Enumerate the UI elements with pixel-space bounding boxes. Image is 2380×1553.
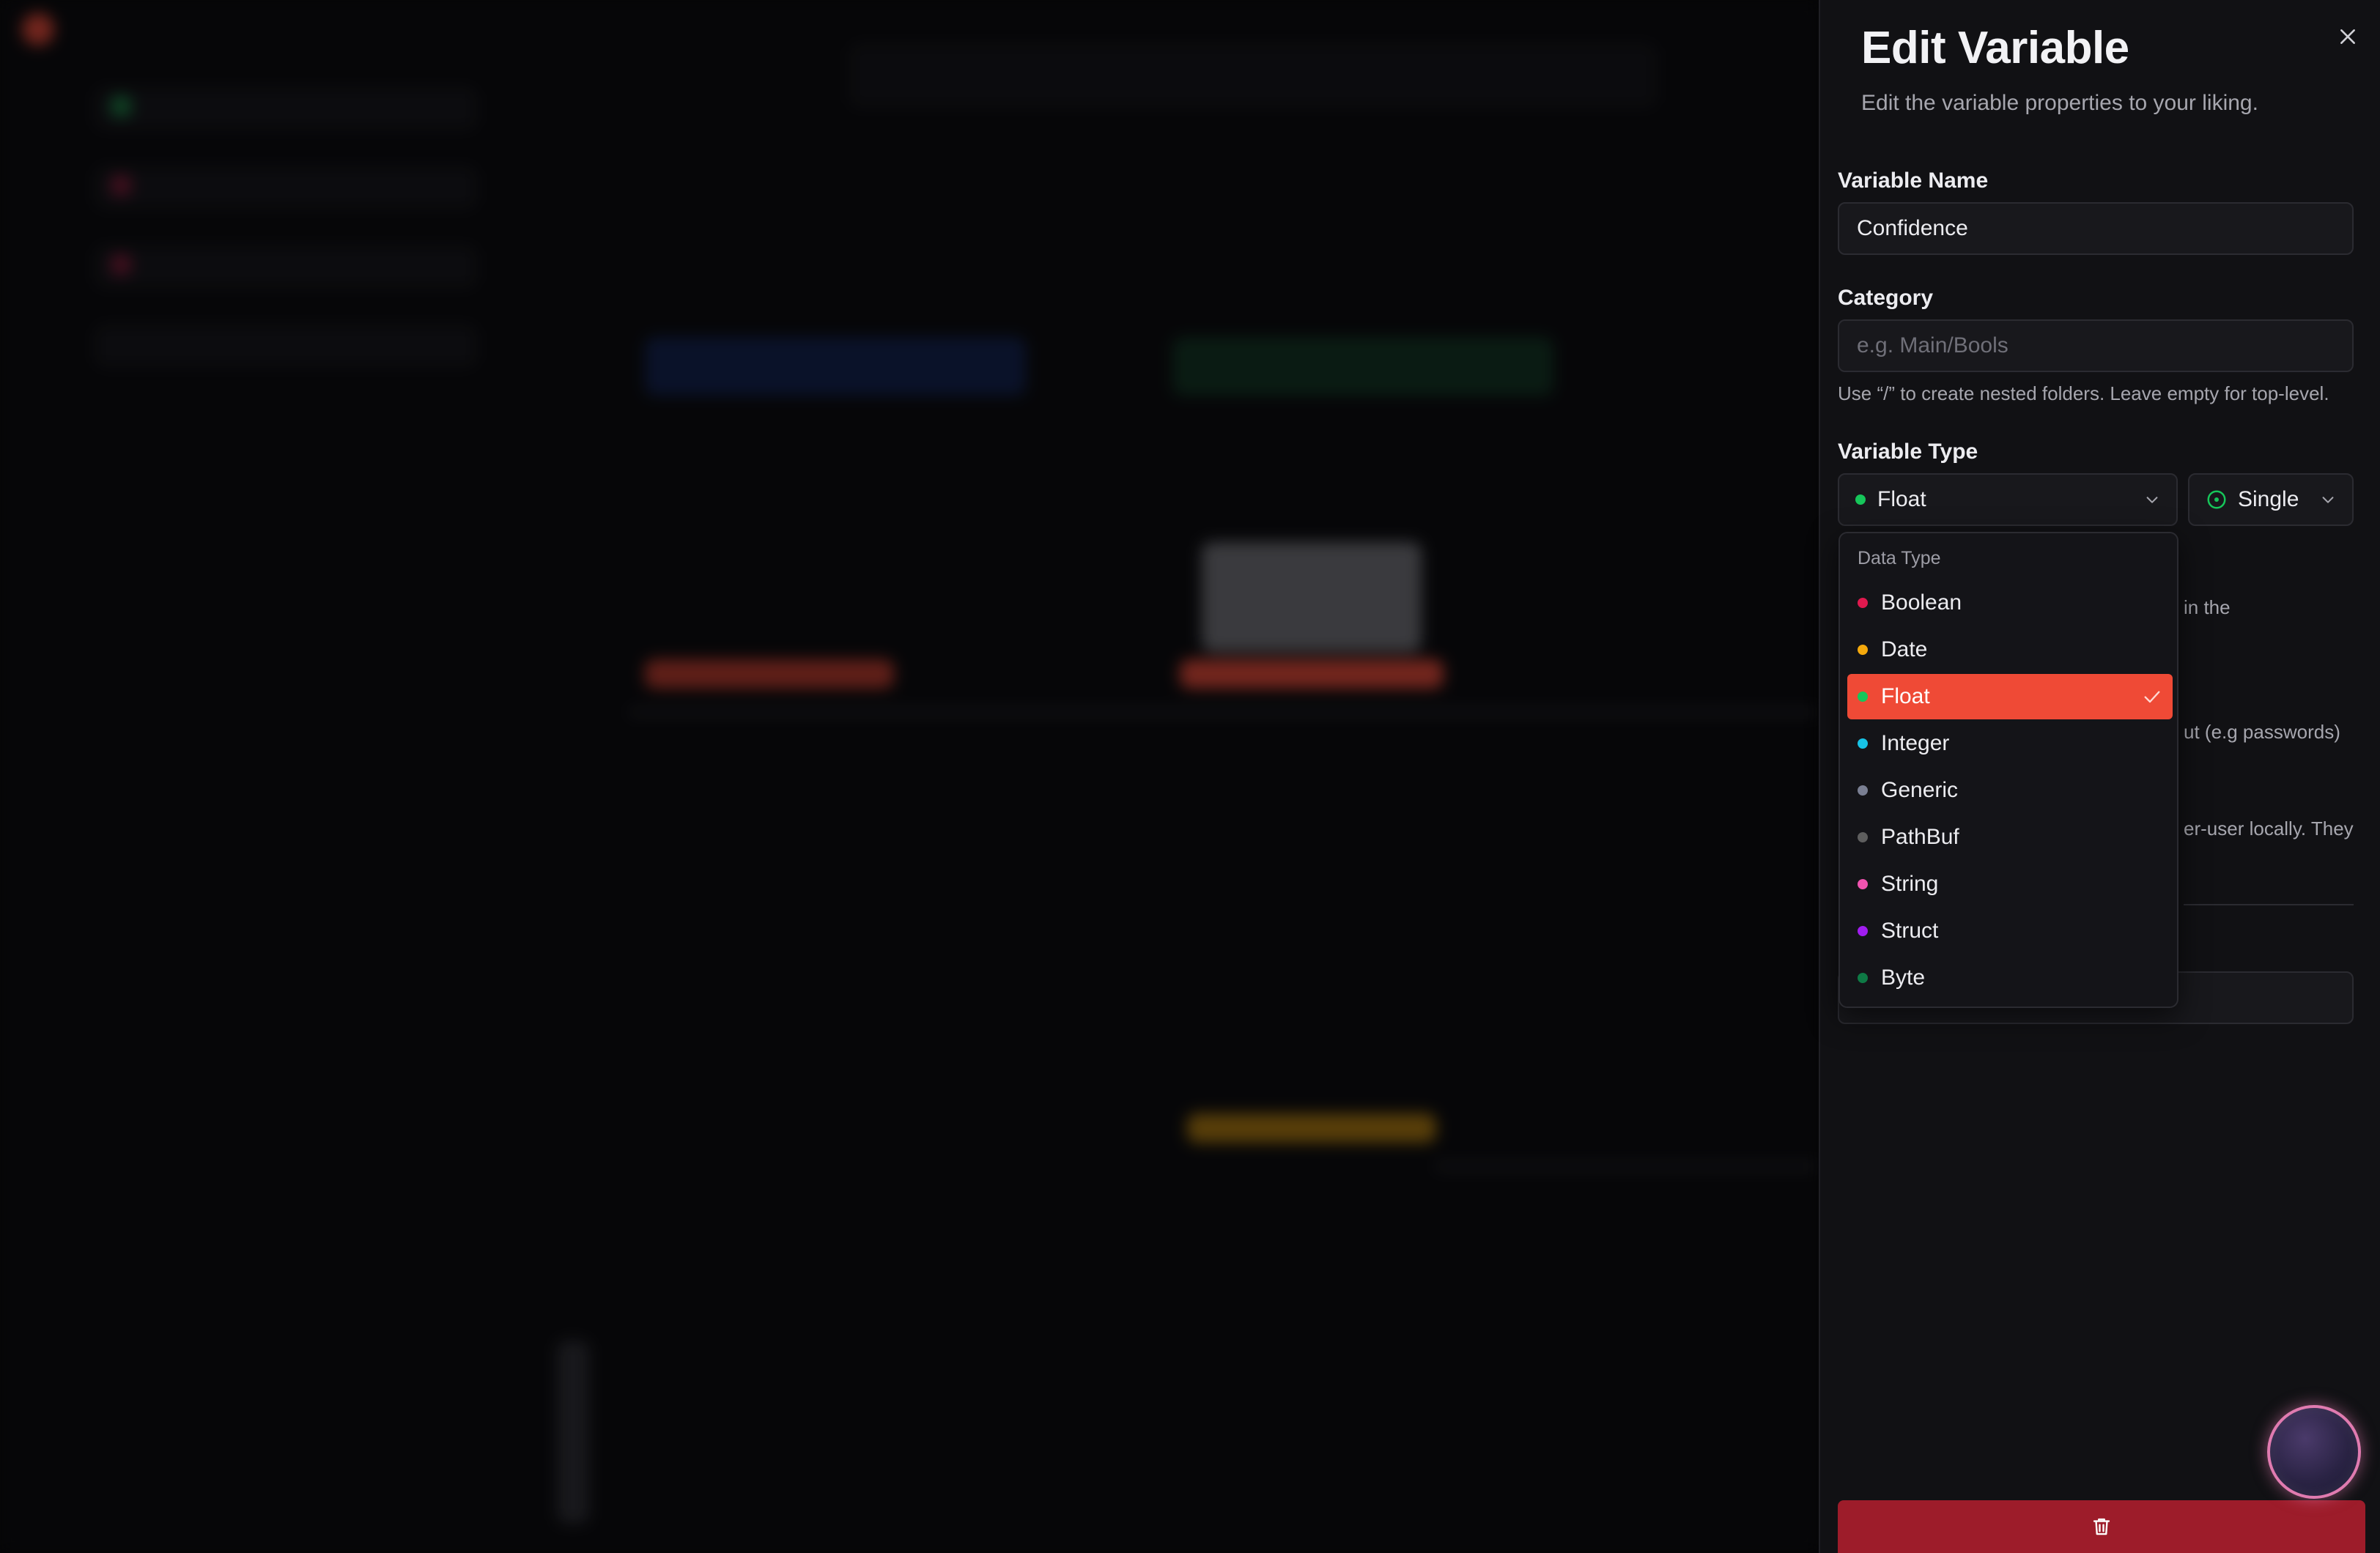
data-type-dropdown: Data Type Boolean Date Float Integer Gen… bbox=[1838, 532, 2178, 1008]
circle-dot-icon bbox=[2207, 490, 2226, 509]
data-type-option-integer[interactable]: Integer bbox=[1847, 721, 2173, 766]
bg-node-header bbox=[645, 659, 894, 689]
type-color-dot bbox=[1858, 879, 1868, 889]
drawer-subtitle: Edit the variable properties to your lik… bbox=[1861, 91, 2258, 115]
category-helper-text: Use “/” to create nested folders. Leave … bbox=[1838, 382, 2329, 404]
data-type-option-boolean[interactable]: Boolean bbox=[1847, 580, 2173, 626]
type-color-dot bbox=[1858, 973, 1868, 983]
delete-variable-button[interactable] bbox=[1838, 1500, 2365, 1553]
bg-variable-row bbox=[95, 246, 476, 287]
option-label: Boolean bbox=[1881, 590, 1962, 615]
type-color-dot bbox=[1858, 738, 1868, 749]
chevron-down-icon bbox=[2322, 497, 2334, 503]
background-app bbox=[0, 0, 1819, 1553]
drawer-title: Edit Variable bbox=[1861, 23, 2129, 73]
data-type-select[interactable]: Float bbox=[1838, 473, 2178, 526]
data-type-color-dot bbox=[1855, 494, 1866, 505]
option-label: Byte bbox=[1881, 965, 1926, 990]
type-color-dot bbox=[1858, 832, 1868, 842]
option-label: Integer bbox=[1881, 731, 1950, 755]
bg-node-header bbox=[1180, 659, 1444, 689]
trash-icon bbox=[2093, 1518, 2110, 1535]
value-kind-label: Single bbox=[2238, 487, 2299, 511]
partial-helper-text: in the bbox=[2184, 596, 2231, 618]
bg-logo bbox=[22, 13, 54, 45]
close-button[interactable] bbox=[2330, 19, 2365, 54]
type-color-dot bbox=[1858, 785, 1868, 796]
option-label: PathBuf bbox=[1881, 825, 1959, 849]
partial-helper-text: er-user locally. They bbox=[2184, 818, 2354, 839]
value-kind-select[interactable]: Single bbox=[2188, 473, 2354, 526]
bg-toolbar bbox=[850, 44, 1656, 107]
data-type-option-pathbuf[interactable]: PathBuf bbox=[1847, 815, 2173, 860]
bg-wire bbox=[1436, 1165, 1817, 1168]
data-type-option-byte[interactable]: Byte bbox=[1847, 955, 2173, 1001]
data-type-option-float[interactable]: Float bbox=[1847, 674, 2173, 719]
category-input[interactable] bbox=[1838, 319, 2354, 372]
data-type-selected-label: Float bbox=[1877, 487, 1926, 511]
check-icon bbox=[2144, 691, 2160, 703]
bg-variable-dot bbox=[110, 95, 132, 117]
option-label: Struct bbox=[1881, 919, 1939, 943]
data-type-option-date[interactable]: Date bbox=[1847, 627, 2173, 672]
divider bbox=[2184, 904, 2354, 905]
partial-helper-text: ut (e.g passwords) bbox=[2184, 721, 2340, 743]
type-color-dot bbox=[1858, 926, 1868, 936]
bg-variable-row bbox=[95, 167, 476, 208]
bg-variable-row bbox=[95, 325, 476, 366]
variable-type-label: Variable Type bbox=[1838, 440, 1978, 464]
option-label: Generic bbox=[1881, 778, 1959, 802]
variable-name-label: Variable Name bbox=[1838, 168, 1989, 193]
chevron-down-icon bbox=[2146, 497, 2158, 503]
dropdown-heading: Data Type bbox=[1858, 548, 1941, 568]
variable-name-input[interactable] bbox=[1838, 202, 2354, 255]
option-label: Float bbox=[1881, 684, 1930, 708]
bg-wire bbox=[630, 711, 1817, 714]
option-label: String bbox=[1881, 872, 1939, 896]
type-color-dot bbox=[1858, 692, 1868, 702]
type-color-dot bbox=[1858, 645, 1868, 655]
data-type-option-generic[interactable]: Generic bbox=[1847, 768, 2173, 813]
category-label: Category bbox=[1838, 286, 1934, 310]
data-type-option-string[interactable]: String bbox=[1847, 861, 2173, 907]
bg-node bbox=[1202, 542, 1422, 652]
bg-node bbox=[645, 337, 1026, 396]
type-color-dot bbox=[1858, 598, 1868, 608]
bg-variable-row bbox=[95, 88, 476, 129]
close-icon bbox=[2340, 29, 2355, 44]
bg-node bbox=[1172, 337, 1553, 396]
assistant-orb-button[interactable] bbox=[2267, 1405, 2361, 1499]
option-label: Date bbox=[1881, 637, 1928, 661]
bg-node-header bbox=[1187, 1113, 1436, 1143]
bg-minimap bbox=[557, 1341, 589, 1524]
bg-variable-dot bbox=[110, 174, 132, 196]
bg-variable-dot bbox=[110, 253, 132, 275]
data-type-option-struct[interactable]: Struct bbox=[1847, 908, 2173, 954]
